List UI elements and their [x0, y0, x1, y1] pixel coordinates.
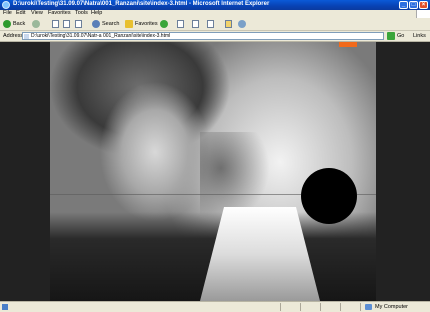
menu-file[interactable]: File: [3, 10, 12, 16]
status-separator: [340, 303, 341, 311]
back-arrow-icon[interactable]: [3, 20, 11, 28]
home-icon[interactable]: [75, 20, 82, 28]
portrait-photo: [50, 42, 376, 301]
toolbar: Back Search Favorites: [0, 18, 430, 31]
search-button-label[interactable]: Search: [102, 21, 119, 27]
orange-accent-tab[interactable]: [339, 42, 357, 47]
title-bar: D:\uroki\Testing\31.09.07\Natra\001_Ranz…: [0, 0, 430, 10]
refresh-icon[interactable]: [63, 20, 70, 28]
address-bar: Address D:\uroki\Testing\31.09.07\Natr-a…: [0, 31, 430, 42]
black-circle-button[interactable]: [301, 168, 357, 224]
media-icon[interactable]: [160, 20, 168, 28]
windows-logo-icon: [416, 10, 430, 18]
links-label[interactable]: Links: [413, 33, 426, 39]
address-value[interactable]: D:\uroki\Testing\31.09.07\Natr-a 001_Ran…: [31, 33, 170, 40]
favorites-star-icon[interactable]: [125, 20, 133, 28]
security-zone-label: My Computer: [375, 304, 409, 310]
address-label: Address: [3, 33, 24, 39]
stop-icon[interactable]: [52, 20, 59, 28]
status-bar: My Computer: [0, 301, 430, 312]
folder-icon[interactable]: [225, 20, 232, 28]
page-status-icon: [2, 304, 8, 310]
mail-icon[interactable]: [177, 20, 184, 28]
minimize-button[interactable]: _: [399, 1, 408, 9]
internet-explorer-icon: [2, 1, 10, 9]
go-arrow-icon[interactable]: [387, 32, 395, 40]
back-button-label[interactable]: Back: [13, 21, 25, 27]
messenger-icon[interactable]: [238, 20, 246, 28]
window-title: D:\uroki\Testing\31.09.07\Natra\001_Ranz…: [13, 1, 270, 7]
search-icon[interactable]: [92, 20, 100, 28]
menu-favorites[interactable]: Favorites: [48, 10, 71, 16]
computer-icon: [365, 304, 372, 310]
status-separator: [280, 303, 281, 311]
address-input[interactable]: D:\uroki\Testing\31.09.07\Natr-a 001_Ran…: [22, 32, 384, 40]
menu-view[interactable]: View: [31, 10, 43, 16]
status-separator: [300, 303, 301, 311]
forward-arrow-icon[interactable]: [32, 20, 40, 28]
page-icon: [24, 34, 29, 39]
menu-help[interactable]: Help: [91, 10, 102, 16]
menu-tools[interactable]: Tools: [75, 10, 88, 16]
status-separator: [320, 303, 321, 311]
favorites-button-label[interactable]: Favorites: [135, 21, 158, 27]
menu-edit[interactable]: Edit: [16, 10, 25, 16]
page-content: [0, 42, 430, 301]
close-button[interactable]: ×: [419, 1, 428, 9]
maximize-button[interactable]: □: [409, 1, 418, 9]
edit-icon[interactable]: [207, 20, 214, 28]
go-button-label[interactable]: Go: [397, 33, 404, 39]
status-separator: [360, 303, 361, 311]
print-icon[interactable]: [192, 20, 199, 28]
